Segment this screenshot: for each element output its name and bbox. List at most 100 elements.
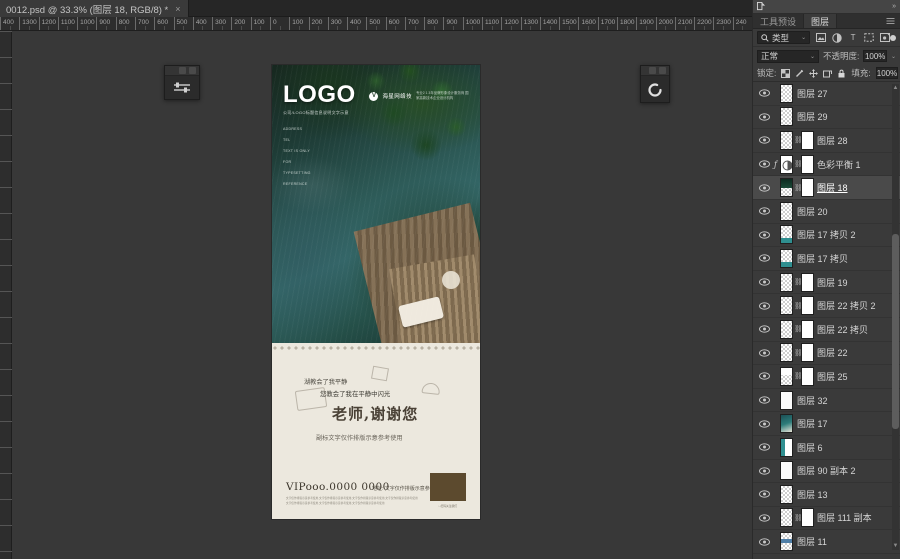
layer-thumbnail[interactable] [780, 178, 793, 198]
layer-list[interactable]: 图层 27 图层 29 ⛓ 图层 28 ƒ ⛓ 色彩平衡 1 ⛓ 图层 18 图层 20 图层 17… [753, 82, 900, 559]
layer-thumbnail[interactable] [780, 248, 793, 268]
layer-visibility-eye-icon[interactable] [757, 301, 771, 310]
shape-layer-filter-icon[interactable] [864, 33, 874, 43]
layer-mask-thumbnail[interactable] [801, 296, 814, 316]
close-icon[interactable] [189, 67, 196, 74]
layer-name[interactable]: 图层 29 [797, 110, 828, 123]
layer-visibility-eye-icon[interactable] [757, 207, 771, 215]
fill-input[interactable]: 100% [875, 67, 899, 79]
layer-name[interactable]: 图层 19 [817, 276, 848, 289]
layer-thumbnail[interactable] [780, 107, 793, 127]
layer-visibility-eye-icon[interactable] [757, 372, 771, 381]
layer-visibility-eye-icon[interactable] [757, 514, 771, 522]
layer-mask-thumbnail[interactable] [801, 343, 814, 363]
layer-mask-link-icon[interactable]: ⛓ [794, 136, 803, 144]
mini-panel-titlebar[interactable] [165, 66, 199, 76]
layer-row[interactable]: 图层 90 副本 2 [753, 460, 900, 484]
layer-row[interactable]: 图层 11 [753, 530, 900, 554]
layer-row[interactable]: 图层 32 [753, 389, 900, 413]
layer-row[interactable]: ⛓ 图层 111 副本 [753, 507, 900, 531]
layer-visibility-eye-icon[interactable] [757, 89, 771, 97]
layer-name[interactable]: 图层 22 拷贝 2 [817, 299, 876, 312]
layer-thumbnail[interactable] [780, 390, 793, 410]
layer-mask-thumbnail[interactable] [801, 366, 814, 386]
smart-object-filter-icon[interactable] [880, 33, 891, 43]
layer-visibility-eye-icon[interactable] [757, 537, 771, 546]
layer-name[interactable]: 图层 20 [797, 205, 828, 218]
layer-visibility-eye-icon[interactable] [757, 160, 771, 168]
layer-thumbnail[interactable] [780, 366, 793, 386]
layer-mask-link-icon[interactable]: ⛓ [794, 160, 803, 168]
layer-visibility-eye-icon[interactable] [757, 396, 771, 404]
layer-name[interactable]: 图层 27 [797, 87, 828, 100]
layer-row[interactable]: ⛓ 图层 25 [753, 365, 900, 389]
layer-mask-thumbnail[interactable] [801, 319, 814, 339]
layer-mask-link-icon[interactable]: ⛓ [794, 514, 803, 522]
layer-thumbnail[interactable] [780, 272, 793, 292]
lock-image-pixels-icon[interactable] [795, 69, 804, 78]
layer-visibility-eye-icon[interactable] [757, 278, 771, 286]
layer-row[interactable]: 图层 27 [753, 82, 900, 106]
layer-visibility-eye-icon[interactable] [757, 349, 771, 357]
layer-row[interactable]: 图层 13 [753, 483, 900, 507]
layer-row[interactable]: ⛓ 图层 22 [753, 342, 900, 366]
layer-mask-link-icon[interactable]: ⛓ [794, 325, 803, 333]
layer-thumbnail[interactable] [780, 508, 793, 528]
layer-thumbnail[interactable] [780, 484, 793, 504]
scroll-down-arrow-icon[interactable]: ▼ [892, 542, 899, 550]
document-tab[interactable]: 0012.psd @ 33.3% (图层 18, RGB/8) * × [0, 0, 189, 17]
mini-panel-body-2[interactable] [641, 76, 669, 103]
layer-thumbnail[interactable] [780, 130, 793, 150]
layer-visibility-eye-icon[interactable] [757, 231, 771, 239]
layer-mask-link-icon[interactable]: ⛓ [794, 278, 803, 286]
layer-mask-link-icon[interactable]: ⛓ [794, 302, 803, 310]
layer-name[interactable]: 图层 18 [817, 181, 848, 194]
loading-mini-panel[interactable] [640, 65, 670, 103]
layer-row[interactable]: 图层 17 拷贝 2 [753, 224, 900, 248]
adjustment-layer-filter-icon[interactable] [832, 32, 842, 43]
opacity-chevron-down-icon[interactable]: ⌄ [891, 53, 896, 60]
layer-visibility-eye-icon[interactable] [757, 443, 771, 451]
layer-name[interactable]: 图层 22 拷贝 [817, 323, 868, 336]
layer-mask-thumbnail[interactable] [801, 272, 814, 292]
minimize-icon[interactable] [179, 67, 186, 74]
lock-all-icon[interactable] [837, 69, 846, 78]
layer-visibility-eye-icon[interactable] [757, 254, 771, 263]
lock-position-icon[interactable] [809, 68, 819, 78]
layer-thumbnail[interactable] [780, 343, 793, 363]
layer-name[interactable]: 图层 6 [797, 441, 823, 454]
horizontal-ruler[interactable]: 400 1300 1200 1100 1000 900 800 700 600 500 400 300… [0, 17, 752, 31]
layer-mask-thumbnail[interactable] [801, 154, 814, 174]
scroll-up-arrow-icon[interactable]: ▲ [892, 84, 899, 92]
layer-name[interactable]: 图层 17 拷贝 2 [797, 228, 856, 241]
layer-list-scrollbar[interactable]: ▲ ▼ [892, 84, 899, 550]
layer-row[interactable]: ⛓ 图层 19 [753, 271, 900, 295]
workspace-icon[interactable] [757, 2, 766, 11]
layer-mask-thumbnail[interactable] [801, 130, 814, 150]
opacity-input[interactable]: 100% [863, 50, 887, 62]
layer-visibility-eye-icon[interactable] [757, 113, 771, 121]
layer-visibility-eye-icon[interactable] [757, 467, 771, 475]
layer-visibility-eye-icon[interactable] [757, 184, 771, 192]
lock-transparent-pixels-icon[interactable] [781, 68, 791, 78]
layer-thumbnail[interactable] [780, 154, 793, 174]
layer-mask-link-icon[interactable]: ⛓ [794, 372, 803, 380]
mini-panel-body[interactable] [165, 76, 199, 100]
layer-thumbnail[interactable] [780, 437, 793, 457]
close-icon[interactable]: × [173, 4, 180, 14]
layer-row[interactable]: ⛓ 图层 18 [753, 176, 900, 200]
layer-thumbnail[interactable] [780, 319, 793, 339]
layer-row[interactable]: 图层 17 [753, 412, 900, 436]
layer-mask-thumbnail[interactable] [801, 178, 814, 198]
layer-name[interactable]: 图层 17 拷贝 [797, 252, 848, 265]
chevron-double-right-icon[interactable]: » [892, 3, 900, 10]
close-icon-2[interactable] [659, 67, 666, 74]
layer-thumbnail[interactable] [780, 532, 793, 552]
layer-name[interactable]: 图层 32 [797, 394, 828, 407]
minimize-icon-2[interactable] [649, 67, 656, 74]
layer-name[interactable]: 图层 11 [797, 535, 827, 548]
type-layer-filter-icon[interactable]: T [848, 33, 858, 43]
layer-thumbnail[interactable] [780, 414, 793, 434]
layer-thumbnail[interactable] [780, 296, 793, 316]
layer-name[interactable]: 图层 22 [817, 346, 848, 359]
